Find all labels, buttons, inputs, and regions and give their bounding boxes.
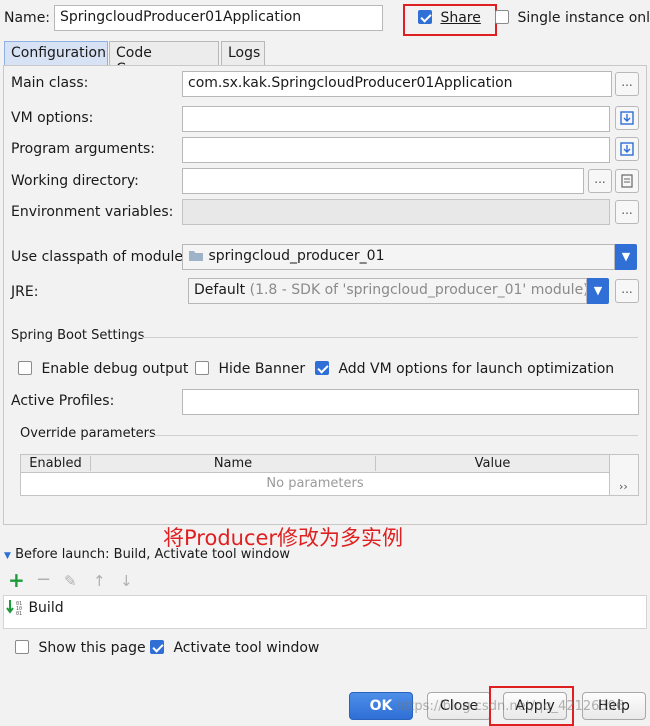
column-enabled[interactable]: Enabled <box>21 456 91 471</box>
main-class-browse-button[interactable]: ... <box>615 72 639 96</box>
build-icon: 01 10 01 <box>6 600 22 617</box>
expand-icon <box>620 111 634 125</box>
working-dir-field[interactable] <box>182 168 584 194</box>
before-launch-list: 01 10 01 Build <box>3 595 647 629</box>
activate-tool-window-checkbox-box[interactable] <box>150 640 164 654</box>
column-name[interactable]: Name <box>91 456 376 471</box>
debug-output-label: Enable debug output <box>41 361 189 377</box>
expand-icon <box>620 142 634 156</box>
add-vm-options-checkbox-box[interactable] <box>315 361 329 375</box>
show-page-checkbox[interactable]: Show this page <box>15 640 146 656</box>
classpath-dropdown-arrow[interactable]: ▼ <box>615 244 637 270</box>
program-args-field[interactable] <box>182 137 610 163</box>
table-header: Enabled Name Value <box>21 455 609 473</box>
override-params-divider <box>148 435 638 436</box>
main-class-label: Main class: <box>11 75 89 91</box>
debug-output-checkbox[interactable]: Enable debug output <box>18 361 188 377</box>
hide-banner-checkbox[interactable]: Hide Banner <box>195 361 305 377</box>
name-label: Name: <box>4 10 51 26</box>
classpath-select[interactable]: springcloud_producer_01 <box>182 244 615 270</box>
spring-boot-divider <box>142 337 638 338</box>
add-task-icon[interactable]: + <box>8 568 25 592</box>
tab-configuration[interactable]: Configuration <box>4 41 108 65</box>
env-vars-browse-button[interactable]: ... <box>615 200 639 224</box>
move-up-icon[interactable]: ↑ <box>93 572 106 590</box>
program-args-label: Program arguments: <box>11 141 155 157</box>
override-params-table: Enabled Name Value No parameters <box>20 454 610 496</box>
svg-text:01: 01 <box>16 611 22 615</box>
env-vars-label: Environment variables: <box>11 204 174 220</box>
program-args-expand-button[interactable] <box>615 137 639 161</box>
classpath-label: Use classpath of module: <box>11 249 188 265</box>
vm-options-label: VM options: <box>11 110 94 126</box>
collapse-triangle-icon: ▼ <box>4 551 11 561</box>
before-launch-title: Before launch: Build, Activate tool wind… <box>15 547 291 562</box>
jre-detail: (1.8 - SDK of 'springcloud_producer_01' … <box>249 282 587 298</box>
add-vm-options-checkbox[interactable]: Add VM options for launch optimization <box>315 361 614 377</box>
jre-value: Default <box>194 282 246 298</box>
activate-tool-window-label: Activate tool window <box>173 640 320 656</box>
move-down-icon[interactable]: ↓ <box>120 572 133 590</box>
override-params-side-panel: ›› <box>610 454 639 496</box>
main-class-field[interactable]: com.sx.kak.SpringcloudProducer01Applicat… <box>182 71 612 97</box>
edit-task-icon[interactable]: ✎ <box>64 572 77 590</box>
working-dir-macro-button[interactable] <box>615 169 639 193</box>
jre-dropdown-arrow[interactable]: ▼ <box>587 278 609 304</box>
active-profiles-label: Active Profiles: <box>11 393 115 409</box>
working-dir-label: Working directory: <box>11 173 139 189</box>
document-icon <box>621 174 633 188</box>
name-field[interactable]: SpringcloudProducer01Application <box>54 5 383 31</box>
single-instance-checkbox[interactable]: Single instance only <box>495 10 650 26</box>
share-highlight-box <box>403 4 497 36</box>
add-vm-options-label: Add VM options for launch optimization <box>338 361 615 377</box>
override-params-title: Override parameters <box>20 426 156 441</box>
watermark-text: https://blog.csdn.net/qq_42126396 <box>396 699 625 714</box>
expand-table-button[interactable]: ›› <box>619 480 628 493</box>
tab-logs[interactable]: Logs <box>221 41 265 65</box>
vm-options-expand-button[interactable] <box>615 106 639 130</box>
remove-task-icon[interactable]: − <box>36 569 51 590</box>
list-item[interactable]: 01 10 01 Build <box>6 599 64 617</box>
table-empty-text: No parameters <box>266 476 364 491</box>
tab-code-coverage[interactable]: Code Coverage <box>109 41 219 77</box>
activate-tool-window-checkbox[interactable]: Activate tool window <box>150 640 319 656</box>
list-item-label: Build <box>28 600 64 616</box>
show-page-checkbox-box[interactable] <box>15 640 29 654</box>
before-launch-header[interactable]: ▼ Before launch: Build, Activate tool wi… <box>4 547 290 562</box>
classpath-value: springcloud_producer_01 <box>208 248 385 264</box>
active-profiles-field[interactable] <box>182 389 639 415</box>
debug-output-checkbox-box[interactable] <box>18 361 32 375</box>
module-folder-icon <box>189 251 203 261</box>
jre-select[interactable]: Default (1.8 - SDK of 'springcloud_produ… <box>188 278 587 304</box>
jre-browse-button[interactable]: ... <box>615 279 639 303</box>
hide-banner-checkbox-box[interactable] <box>195 361 209 375</box>
single-instance-checkbox-box[interactable] <box>495 10 509 24</box>
column-value[interactable]: Value <box>376 456 609 471</box>
show-page-label: Show this page <box>38 640 146 656</box>
vm-options-field[interactable] <box>182 106 610 132</box>
single-instance-label: Single instance only <box>517 10 650 26</box>
working-dir-browse-button[interactable]: ... <box>588 169 612 193</box>
jre-label: JRE: <box>11 284 39 300</box>
hide-banner-label: Hide Banner <box>218 361 306 377</box>
env-vars-field[interactable] <box>182 199 610 225</box>
spring-boot-section-title: Spring Boot Settings <box>11 328 145 343</box>
